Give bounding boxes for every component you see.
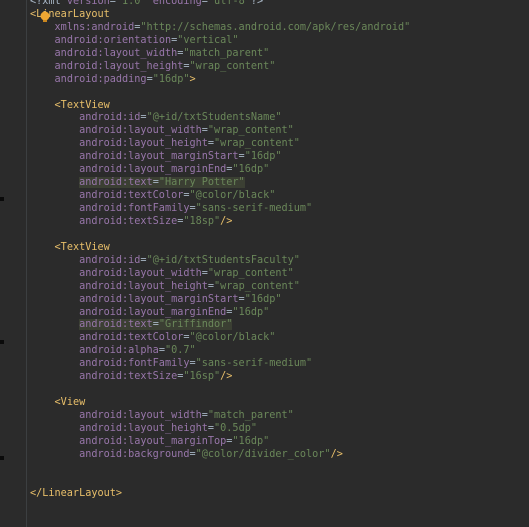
code-line[interactable]: android:textSize="16sp"/> [30,371,410,384]
code-line[interactable]: android:id="@+id/txtStudentsName" [30,112,410,125]
code-line[interactable]: android:layout_height="wrap_content" [30,61,410,74]
code-line[interactable]: <TextView [30,242,410,255]
code-area[interactable]: <?xml version="1.0" encoding="utf-8"?> <L… [30,0,410,501]
code-line[interactable]: xmlns:android="http://schemas.android.co… [30,22,411,35]
code-line[interactable]: android:textColor="@color/black" [30,190,410,203]
code-line[interactable]: android:layout_marginStart="16dp" [30,294,410,307]
code-line[interactable]: </LinearLayout> [30,488,410,501]
gutter-marker [0,456,4,460]
code-line[interactable]: android:layout_marginStart="16dp" [30,151,410,164]
code-line[interactable]: android:alpha="0.7" [30,345,410,358]
code-line[interactable]: android:layout_width="match_parent" [30,48,410,61]
code-line[interactable] [30,229,410,242]
code-line[interactable] [30,462,410,475]
code-line[interactable]: android:background="@color/divider_color… [30,449,410,462]
code-line[interactable] [30,384,410,397]
code-line[interactable]: android:fontFamily="sans-serif-medium" [30,358,410,371]
code-line[interactable]: android:text="Griffindor" [30,319,410,332]
code-line[interactable]: <LinearLayout [30,9,410,22]
code-line[interactable] [30,475,410,488]
code-line[interactable] [30,87,410,100]
code-line[interactable]: android:layout_marginTop="16dp" [30,436,410,449]
code-line[interactable]: android:layout_width="wrap_content" [30,125,410,138]
code-line[interactable]: android:layout_width="match_parent" [30,410,410,423]
gutter-marker [0,197,4,201]
code-line[interactable]: android:layout_height="wrap_content" [30,281,410,294]
code-line[interactable]: android:fontFamily="sans-serif-medium" [30,203,410,216]
code-line[interactable]: <?xml version="1.0" encoding="utf-8"?> [30,0,410,9]
code-line[interactable]: android:text="Harry Potter" [30,177,410,190]
code-line[interactable]: android:layout_height="wrap_content" [30,138,410,151]
code-line[interactable]: <TextView [30,100,410,113]
gutter-marker [0,340,4,344]
code-line[interactable]: android:layout_marginEnd="16dp" [30,164,410,177]
code-editor[interactable]: <?xml version="1.0" encoding="utf-8"?> <L… [0,0,529,527]
editor-gutter[interactable] [0,0,28,527]
code-line[interactable]: android:layout_width="wrap_content" [30,268,410,281]
lightbulb-icon[interactable] [39,11,51,23]
code-line[interactable]: android:padding="16dp"> [30,74,410,87]
code-line[interactable]: android:layout_marginEnd="16dp" [30,307,410,320]
code-line[interactable]: <View [30,397,410,410]
code-line[interactable]: android:textColor="@color/black" [30,332,410,345]
code-line[interactable]: android:layout_height="0.5dp" [30,423,410,436]
code-line[interactable]: android:id="@+id/txtStudentsFaculty" [30,255,410,268]
gutter-divider [26,0,27,527]
code-line[interactable]: android:textSize="18sp"/> [30,216,410,229]
code-line[interactable]: android:orientation="vertical" [30,35,410,48]
